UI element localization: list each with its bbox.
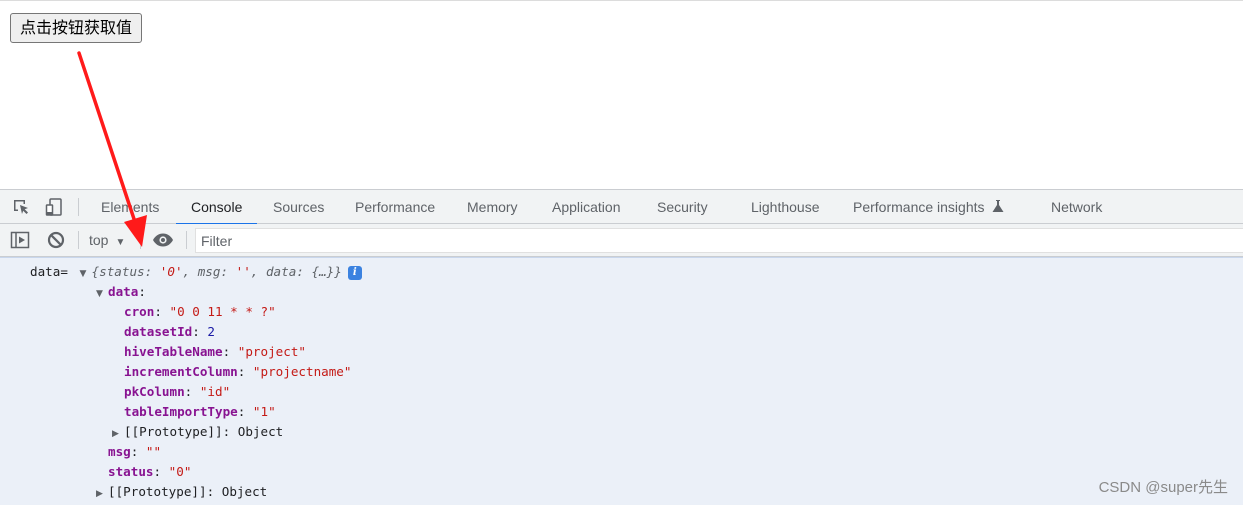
property-value: "0 0 11 * * ?"	[169, 304, 276, 319]
toolbar-divider	[78, 198, 79, 216]
property-value: "projectname"	[252, 364, 352, 379]
dropdown-caret-icon: ▼	[115, 237, 126, 248]
tree-node-prototype[interactable]: ▶ [[Prototype]]: Object	[96, 482, 267, 502]
tree-property: incrementColumn: "projectname"	[124, 364, 352, 379]
collapse-triangle-icon[interactable]: ▶	[112, 424, 124, 444]
watermark: CSDN @super先生	[1098, 479, 1228, 496]
property-value: Object	[237, 424, 284, 439]
tab-security[interactable]: Security	[655, 190, 710, 224]
console-output: data= ▼ {status: '0', msg: '', data: {…}}…	[0, 257, 1243, 505]
preview-key: msg	[197, 264, 221, 279]
info-icon[interactable]: i	[347, 266, 362, 280]
devtools-panel: Elements Console Sources Performance Mem…	[0, 189, 1243, 505]
preview-brace: {	[91, 264, 100, 279]
preview-key: status	[99, 264, 145, 279]
inspect-element-icon[interactable]	[11, 197, 31, 217]
toolbar-divider	[186, 231, 187, 249]
property-value: "1"	[252, 404, 276, 419]
tree-property: cron: "0 0 11 * * ?"	[124, 304, 276, 319]
tree-property: msg: ""	[108, 444, 162, 459]
tab-elements[interactable]: Elements	[99, 190, 161, 224]
console-sidebar-icon[interactable]	[10, 230, 30, 250]
tab-console[interactable]: Console	[175, 190, 258, 225]
tree-property: status: "0"	[108, 464, 192, 479]
clear-console-icon[interactable]	[46, 230, 66, 250]
tree-property: datasetId: 2	[124, 324, 216, 339]
property-key: tableImportType	[124, 404, 238, 419]
property-value: 2	[207, 324, 216, 339]
tab-performance-insights-label: Performance insights	[853, 199, 985, 215]
tab-application[interactable]: Application	[550, 190, 623, 224]
property-key: msg	[108, 444, 131, 459]
property-key: data	[108, 284, 139, 299]
device-toolbar-icon[interactable]	[44, 197, 64, 217]
property-key: [[Prototype]]	[108, 484, 207, 499]
tab-performance-insights[interactable]: Performance insights	[851, 190, 1006, 224]
preview-value: ''	[235, 264, 251, 279]
property-key: status	[108, 464, 154, 479]
expand-triangle-icon[interactable]: ▼	[80, 264, 92, 284]
console-log-entry: data= ▼ {status: '0', msg: '', data: {…}}…	[30, 262, 362, 282]
context-selector-value: top	[89, 232, 109, 248]
tab-performance[interactable]: Performance	[353, 190, 437, 224]
preview-key: data	[265, 264, 297, 279]
property-key: hiveTableName	[124, 344, 223, 359]
property-key: pkColumn	[124, 384, 185, 399]
property-value: ""	[145, 444, 162, 459]
tab-lighthouse[interactable]: Lighthouse	[749, 190, 822, 224]
live-expression-eye-icon[interactable]	[152, 230, 174, 250]
tab-network[interactable]: Network	[1049, 190, 1104, 224]
tree-property: hiveTableName: "project"	[124, 344, 306, 359]
console-filter-input[interactable]	[195, 228, 1243, 253]
property-value: "id"	[199, 384, 231, 399]
property-value: Object	[221, 484, 268, 499]
preview-brace: }	[334, 264, 342, 279]
web-page: 点击按钮获取值	[0, 0, 1243, 189]
tab-memory[interactable]: Memory	[465, 190, 520, 224]
toolbar-divider	[140, 231, 141, 249]
property-key: datasetId	[124, 324, 193, 339]
property-key: cron	[124, 304, 155, 319]
tree-property: tableImportType: "1"	[124, 404, 276, 419]
tree-node-data[interactable]: ▼ data:	[96, 282, 146, 302]
devtools-tabbar: Elements Console Sources Performance Mem…	[0, 189, 1243, 225]
console-toolbar: top ▼	[0, 224, 1243, 257]
context-selector[interactable]: top ▼	[89, 224, 125, 256]
preview-value: '0'	[159, 264, 183, 279]
property-key: [[Prototype]]	[124, 424, 223, 439]
get-value-button[interactable]: 点击按钮获取值	[10, 13, 143, 43]
preview-value: {…}	[311, 264, 335, 279]
log-prefix: data=	[30, 264, 68, 279]
property-value: "project"	[237, 344, 306, 359]
expand-triangle-icon[interactable]: ▼	[96, 284, 108, 304]
property-key: incrementColumn	[124, 364, 238, 379]
collapse-triangle-icon[interactable]: ▶	[96, 484, 108, 504]
property-value: "0"	[168, 464, 192, 479]
toolbar-divider	[78, 231, 79, 249]
experimental-flask-icon	[992, 191, 1004, 225]
tree-node-prototype[interactable]: ▶ [[Prototype]]: Object	[112, 422, 283, 442]
tree-property: pkColumn: "id"	[124, 384, 231, 399]
object-preview[interactable]: {status: '0', msg: '', data: {…}}	[92, 264, 342, 279]
tab-sources[interactable]: Sources	[271, 190, 326, 224]
